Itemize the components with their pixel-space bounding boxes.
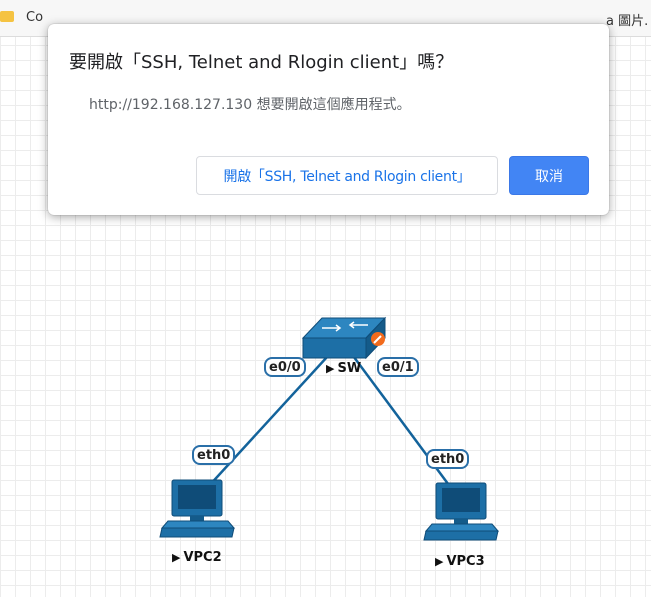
interface-label-vpc2-eth0[interactable]: eth0 [192,445,236,465]
vpc2-name: VPC2 [183,550,222,565]
play-icon: ▶ [435,555,444,568]
switch-label[interactable]: ▶ SW [326,361,361,376]
dialog-title: 要開啟「SSH, Telnet and Rlogin client」嗎？ [69,52,454,73]
play-icon: ▶ [172,551,181,564]
computer-icon[interactable] [159,479,236,538]
vpc3-name: VPC3 [446,554,485,569]
switch-name: SW [337,361,362,376]
open-app-dialog: 要開啟「SSH, Telnet and Rlogin client」嗎？ htt… [48,24,609,215]
interface-label-vpc3-eth0[interactable]: eth0 [426,449,470,469]
cancel-button[interactable]: 取消 [509,156,589,195]
interface-label-e0-0[interactable]: e0/0 [264,357,306,377]
wrench-icon [371,332,385,346]
computer-icon[interactable] [423,482,500,541]
interface-label-e0-1[interactable]: e0/1 [377,357,419,377]
dialog-message: http://192.168.127.130 想要開啟這個應用程式。 [89,97,411,113]
play-icon: ▶ [326,362,335,375]
vpc2-label[interactable]: ▶ VPC2 [172,550,222,565]
open-app-button[interactable]: 開啟「SSH, Telnet and Rlogin client」 [196,156,498,195]
vpc3-label[interactable]: ▶ VPC3 [435,554,485,569]
